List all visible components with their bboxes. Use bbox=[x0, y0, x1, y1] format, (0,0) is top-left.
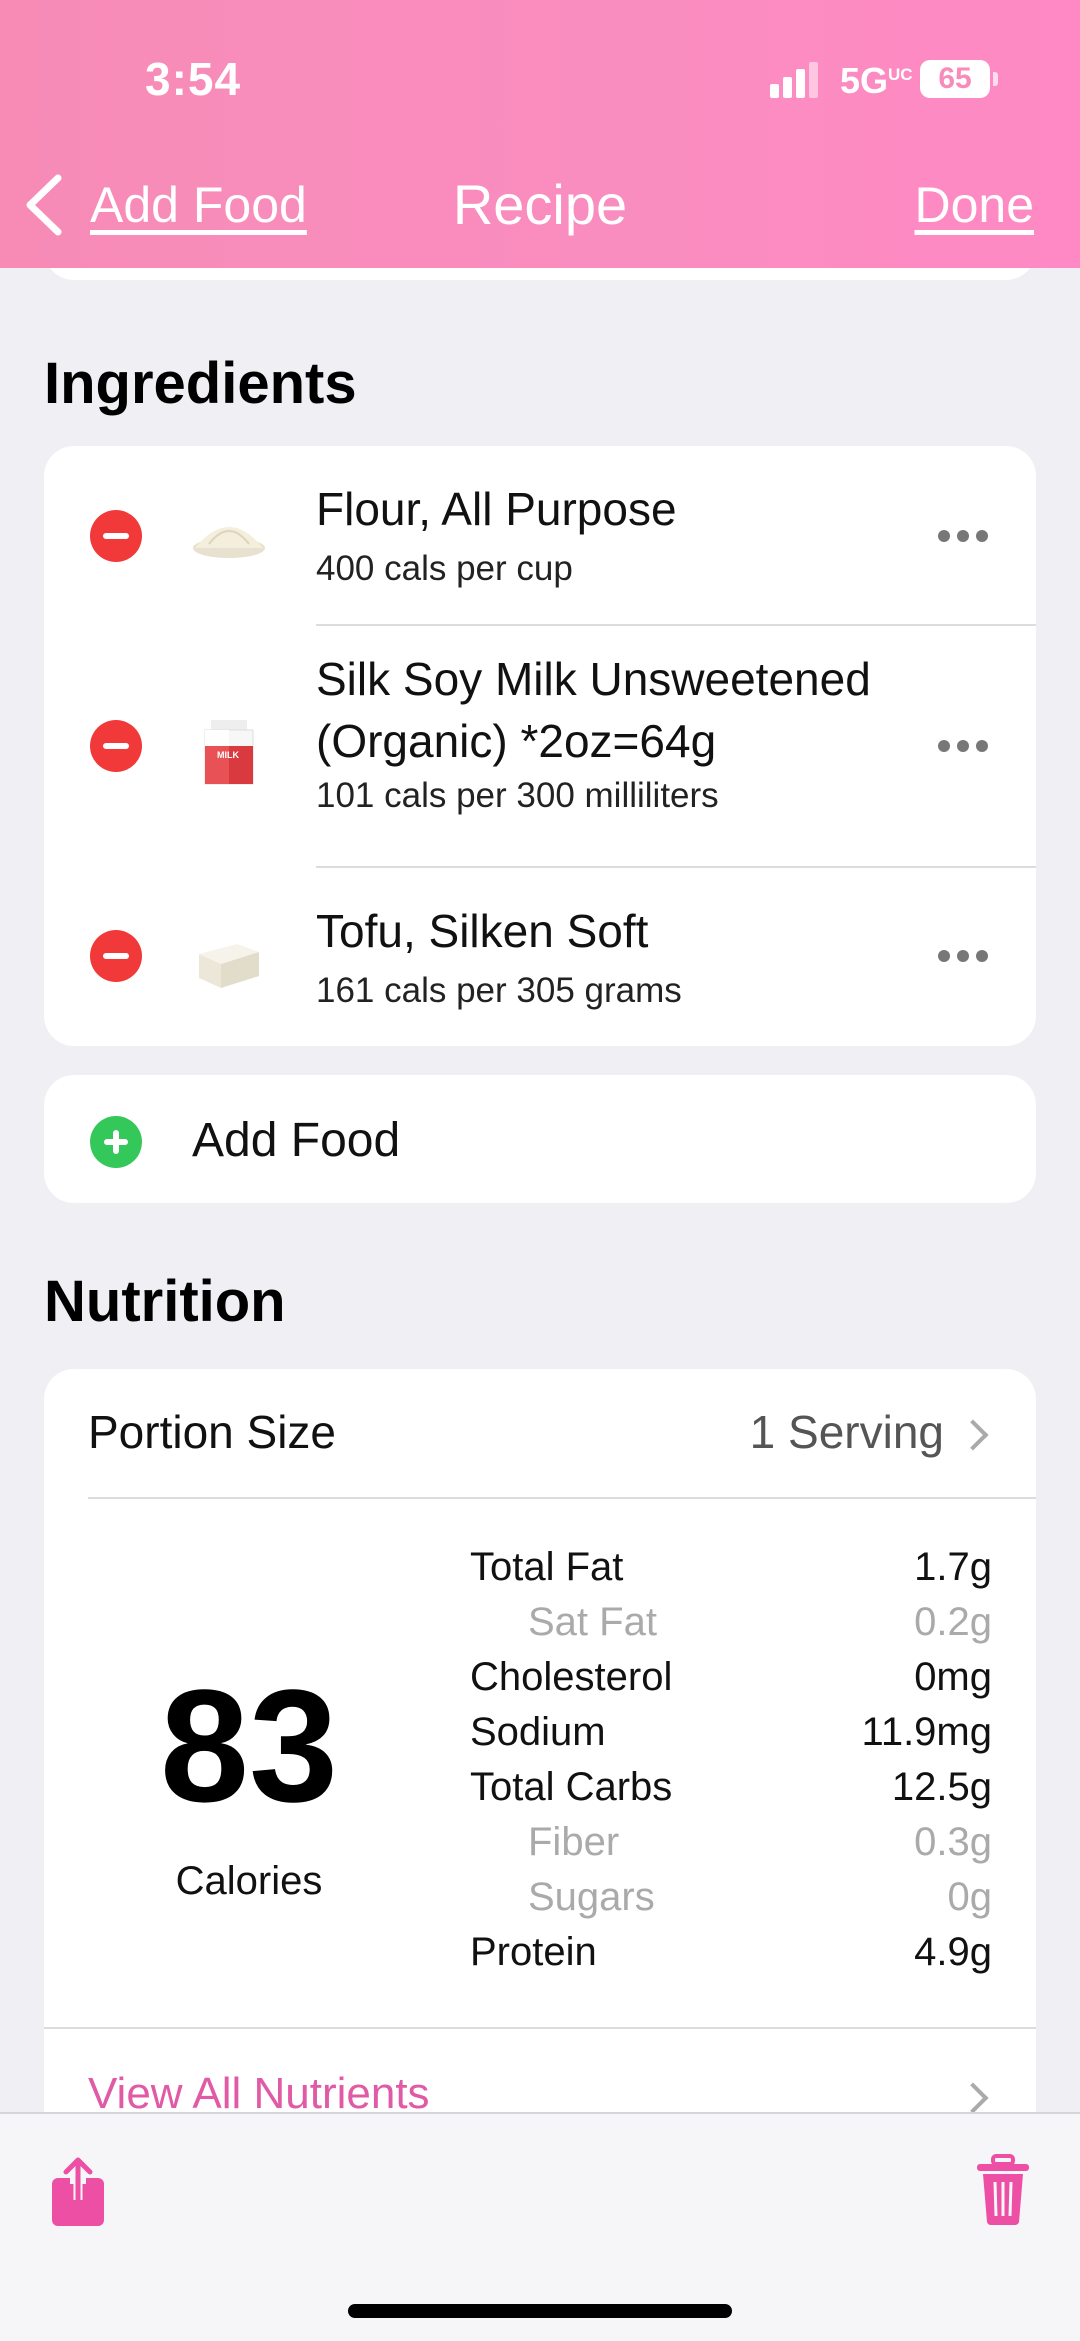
add-food-button[interactable]: Add Food bbox=[192, 1113, 400, 1168]
nutrient-row-fiber: Fiber 0.3g bbox=[470, 1820, 992, 1875]
nutrient-row-sat-fat: Sat Fat 0.2g bbox=[470, 1600, 992, 1655]
nutrient-row-sugars: Sugars 0g bbox=[470, 1875, 992, 1930]
portion-size-row[interactable]: Portion Size 1 Serving bbox=[44, 1369, 1036, 1497]
back-chevron-icon[interactable] bbox=[22, 172, 66, 238]
ingredient-row-soy-milk[interactable]: MILK Silk Soy Milk Unsweetened (Organic)… bbox=[44, 626, 1036, 866]
ingredient-name-line2: (Organic) *2oz=64g bbox=[316, 715, 717, 767]
more-options-icon[interactable] bbox=[938, 740, 988, 754]
navigation-header: 3:54 5GUC 65 Add Food Recipe Done bbox=[0, 0, 1080, 268]
nutrient-value: 0mg bbox=[914, 1655, 992, 1699]
trash-icon[interactable] bbox=[975, 2154, 1031, 2226]
nutrient-value: 0.3g bbox=[914, 1820, 992, 1864]
ingredients-list: Flour, All Purpose 400 cals per cup MILK… bbox=[44, 446, 1036, 1046]
ingredient-detail: 161 cals per 305 grams bbox=[316, 971, 682, 1010]
nutrient-value: 0.2g bbox=[914, 1600, 992, 1644]
home-indicator[interactable] bbox=[348, 2304, 732, 2318]
nutrition-heading: Nutrition bbox=[44, 1269, 286, 1334]
nutrient-label: Sodium bbox=[470, 1710, 606, 1754]
share-icon[interactable] bbox=[50, 2156, 106, 2228]
row-divider bbox=[88, 1497, 1036, 1499]
ingredient-name: Tofu, Silken Soft bbox=[316, 905, 649, 957]
ingredient-detail: 101 cals per 300 milliliters bbox=[316, 776, 719, 815]
battery-icon: 65 bbox=[920, 60, 998, 98]
ingredient-name: Flour, All Purpose bbox=[316, 483, 677, 535]
network-type: 5GUC bbox=[840, 60, 913, 102]
chevron-right-icon bbox=[957, 1419, 989, 1451]
nutrient-value: 12.5g bbox=[891, 1765, 992, 1809]
nutrient-value: 1.7g bbox=[914, 1545, 992, 1589]
ingredients-heading: Ingredients bbox=[44, 351, 357, 416]
milk-carton-icon: MILK bbox=[204, 720, 254, 785]
nutrient-label: Total Fat bbox=[470, 1545, 624, 1589]
signal-icon bbox=[770, 62, 820, 98]
svg-text:MILK: MILK bbox=[217, 750, 239, 760]
nutrient-label: Cholesterol bbox=[470, 1655, 673, 1699]
ingredient-name-line1: Silk Soy Milk Unsweetened bbox=[316, 653, 871, 705]
nutrient-label: Protein bbox=[470, 1930, 597, 1974]
more-options-icon[interactable] bbox=[938, 950, 988, 964]
nutrient-value: 0g bbox=[947, 1875, 993, 1919]
ingredient-row-tofu[interactable]: Tofu, Silken Soft 161 cals per 305 grams bbox=[44, 868, 1036, 1046]
nutrient-value: 4.9g bbox=[914, 1930, 992, 1974]
network-suffix: UC bbox=[888, 65, 913, 84]
back-button[interactable]: Add Food bbox=[90, 176, 307, 234]
done-button[interactable]: Done bbox=[914, 176, 1034, 234]
add-food-row[interactable]: Add Food bbox=[44, 1075, 1036, 1203]
nutrient-row-cholesterol: Cholesterol 0mg bbox=[470, 1655, 992, 1710]
flour-icon bbox=[193, 527, 265, 558]
nutrient-label: Total Carbs bbox=[470, 1765, 673, 1809]
calories-value: 83 bbox=[160, 1656, 338, 1835]
portion-size-value: 1 Serving bbox=[749, 1406, 944, 1458]
page-title: Recipe bbox=[452, 173, 628, 236]
network-label: 5G bbox=[840, 60, 889, 101]
nutrient-label: Sat Fat bbox=[528, 1600, 657, 1644]
remove-ingredient-button[interactable] bbox=[90, 720, 142, 772]
add-icon[interactable] bbox=[90, 1116, 142, 1168]
nutrient-row-protein: Protein 4.9g bbox=[470, 1930, 992, 1985]
more-options-icon[interactable] bbox=[938, 530, 988, 544]
bottom-toolbar bbox=[0, 2112, 1080, 2341]
nutrition-card: Portion Size 1 Serving 83 Calories Total… bbox=[44, 1369, 1036, 2169]
status-time: 3:54 bbox=[145, 53, 242, 105]
chevron-right-icon bbox=[957, 2082, 989, 2114]
ingredient-detail: 400 cals per cup bbox=[316, 549, 573, 588]
remove-ingredient-button[interactable] bbox=[90, 510, 142, 562]
nutrient-label: Fiber bbox=[528, 1820, 620, 1864]
calories-label: Calories bbox=[175, 1859, 323, 1903]
nutrient-row-total-carbs: Total Carbs 12.5g bbox=[470, 1765, 992, 1820]
portion-size-label: Portion Size bbox=[88, 1406, 337, 1458]
nutrient-row-total-fat: Total Fat 1.7g bbox=[470, 1545, 992, 1600]
nutrient-row-sodium: Sodium 11.9mg bbox=[470, 1710, 992, 1765]
tofu-icon bbox=[199, 944, 259, 988]
nutrient-value: 11.9mg bbox=[861, 1710, 992, 1754]
remove-ingredient-button[interactable] bbox=[90, 930, 142, 982]
ingredient-row-flour[interactable]: Flour, All Purpose 400 cals per cup bbox=[44, 446, 1036, 624]
ingredient-name: Silk Soy Milk Unsweetened (Organic) *2oz… bbox=[316, 648, 936, 772]
nutrient-label: Sugars bbox=[528, 1875, 655, 1919]
